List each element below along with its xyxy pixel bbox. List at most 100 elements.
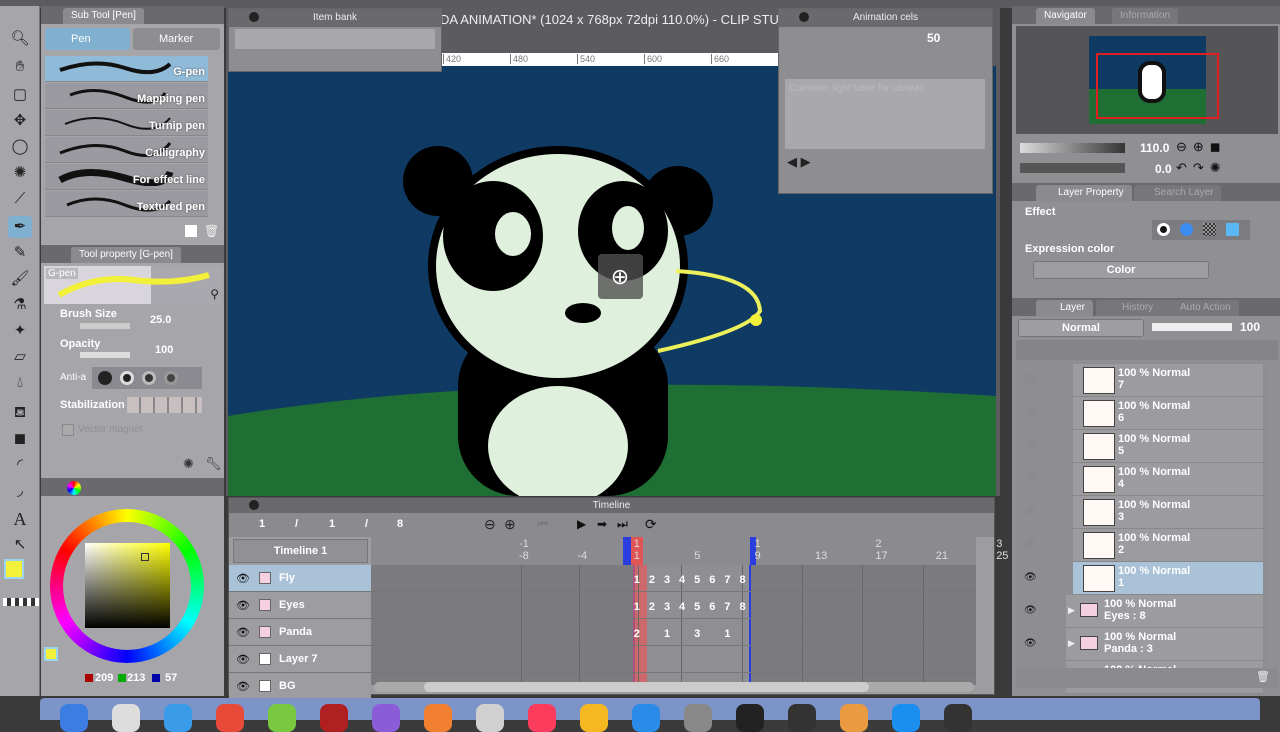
pen-tool-icon[interactable]: ✒ (8, 216, 32, 238)
anti-alias-selector[interactable] (92, 367, 202, 389)
cel-label[interactable]: 5 (691, 574, 703, 586)
dock-app-icon[interactable] (164, 704, 192, 732)
brush-item-calligraphy[interactable]: Calligraphy (45, 137, 208, 163)
opacity-slider[interactable] (80, 352, 130, 358)
zoom-out-icon[interactable]: ⊖ (484, 516, 496, 533)
tone-icon[interactable] (1203, 223, 1216, 236)
tab-marker[interactable]: Marker (133, 28, 220, 50)
horizontal-scrollbar[interactable] (374, 682, 974, 692)
dock-app-icon[interactable] (684, 704, 712, 732)
dock-app-icon[interactable] (840, 704, 868, 732)
next-frame-icon[interactable]: ➡ (597, 517, 607, 531)
navigator-zoom-icons[interactable]: ⊖⊕◼ (1176, 139, 1227, 155)
transparent-color-swatch[interactable] (3, 598, 39, 606)
frame-ruler[interactable]: -11123-8-41591317212529 (371, 537, 1069, 565)
loop-icon[interactable]: ⟳ (645, 516, 657, 533)
move-layer-icon[interactable]: ✥ (8, 110, 32, 132)
eye-icon[interactable]: 👁︎ (236, 572, 250, 585)
total-frames[interactable]: 8 (397, 518, 403, 530)
light-table-opacity[interactable]: 50 (927, 31, 940, 45)
cel-label[interactable]: 2 (646, 574, 658, 586)
expand-arrow-icon[interactable]: ▶ (1068, 605, 1075, 616)
layer-item[interactable]: 100 % Normal 1 (1073, 562, 1263, 595)
preview-zoom-icon[interactable]: ⚲ (210, 287, 219, 301)
anti-alias-weak-icon[interactable] (120, 371, 134, 385)
brush-size-value[interactable]: 25.0 (150, 314, 171, 326)
green-value[interactable]: 213 (127, 672, 145, 684)
dock-app-icon[interactable] (216, 704, 244, 732)
layer-item[interactable]: 100 % Normal 5 (1073, 430, 1263, 463)
dock-app-icon[interactable] (424, 704, 452, 732)
brush-item-g-pen[interactable]: G-pen (45, 56, 208, 82)
dock-app-icon[interactable] (476, 704, 504, 732)
stabilization-slider[interactable] (127, 397, 202, 413)
layer-item[interactable]: 100 % Normal 7 (1073, 364, 1263, 397)
blend-icon[interactable]: 💧︎ (8, 372, 32, 394)
tab-information[interactable]: Information (1112, 8, 1179, 24)
eye-icon[interactable]: 👁︎ (1024, 506, 1037, 517)
eye-icon[interactable]: 👁︎ (1024, 473, 1037, 484)
delete-subtool-icon[interactable]: 🗑︎ (204, 224, 219, 238)
blue-value[interactable]: 57 (165, 672, 177, 684)
brush-item-mapping-pen[interactable]: Mapping pen (45, 83, 208, 109)
dock-app-icon[interactable] (580, 704, 608, 732)
expression-color-select[interactable]: Color (1033, 261, 1209, 279)
layer-opacity-value[interactable]: 100 (1240, 320, 1260, 334)
lasso-icon[interactable]: ◯ (8, 136, 32, 158)
scrollbar-thumb[interactable] (424, 682, 869, 692)
tab-navigator[interactable]: Navigator (1036, 8, 1095, 24)
cel-label[interactable]: 3 (661, 601, 673, 613)
eye-icon[interactable]: 👁︎ (1024, 638, 1037, 649)
cel-label[interactable]: 2 (631, 628, 643, 640)
airbrush-icon[interactable]: ⚗ (8, 294, 32, 316)
play-icon[interactable]: ▶ (577, 517, 586, 531)
eye-icon[interactable]: 👁︎ (236, 599, 250, 612)
dock-app-icon[interactable] (632, 704, 660, 732)
layer-item[interactable]: 100 % Normal 6 (1073, 397, 1263, 430)
layer-item[interactable]: 100 % Normal 2 (1073, 529, 1263, 562)
cel-label[interactable]: 6 (706, 601, 718, 613)
dock-app-icon[interactable] (788, 704, 816, 732)
dock-app-icon[interactable] (60, 704, 88, 732)
anti-alias-strong-icon[interactable] (164, 371, 178, 385)
cel-label[interactable]: 8 (737, 601, 749, 613)
layer-color-icon[interactable] (1226, 223, 1239, 236)
cel-label[interactable]: 5 (691, 601, 703, 613)
eye-icon[interactable]: 👁︎ (236, 653, 250, 666)
border-effect-icon[interactable] (1157, 223, 1170, 236)
eye-icon[interactable]: 👁︎ (236, 626, 250, 639)
cel-label[interactable]: 1 (661, 628, 673, 640)
brush-size-slider[interactable] (80, 323, 130, 329)
layer-item[interactable]: 100 % Normal 3 (1073, 496, 1263, 529)
dock-app-icon[interactable] (320, 704, 348, 732)
brush-item-turnip-pen[interactable]: Turnip pen (45, 110, 208, 136)
layer-item[interactable]: ▶ 100 % Normal Eyes : 8 (1066, 595, 1263, 628)
tab-layer-property[interactable]: Layer Property (1036, 185, 1132, 201)
close-icon[interactable] (249, 12, 259, 22)
eyedropper-icon[interactable]: ⟋ (8, 188, 32, 210)
eraser-icon[interactable]: ▱ (8, 346, 32, 368)
dock-app-icon[interactable] (268, 704, 296, 732)
tab-layer[interactable]: Layer (1036, 300, 1094, 316)
last-frame-icon[interactable]: ⏭ (617, 517, 628, 532)
navigator-rotate-icons[interactable]: ↶↷✺ (1176, 160, 1227, 176)
tab-pen[interactable]: Pen (45, 28, 130, 50)
anti-alias-medium-icon[interactable] (142, 371, 156, 385)
operation-tool-icon[interactable]: ▢ (8, 84, 32, 106)
pencil-icon[interactable]: ✎ (8, 242, 32, 264)
fill-icon[interactable]: ⛾ (8, 402, 32, 424)
navigator-preview[interactable] (1016, 26, 1278, 134)
layer-item[interactable]: ▶ 100 % Normal Panda : 3 (1066, 628, 1263, 661)
cel-label[interactable]: 1 (631, 601, 643, 613)
layer-item[interactable]: 100 % Normal 4 (1073, 463, 1263, 496)
extract-line-icon[interactable] (1180, 223, 1193, 236)
main-color-swatch[interactable] (4, 559, 24, 579)
dock-app-icon[interactable] (892, 704, 920, 732)
effect-buttons[interactable] (1152, 220, 1250, 240)
color-main-swatch[interactable] (44, 647, 58, 661)
light-table-list[interactable]: Common light table for canvas (785, 79, 985, 149)
dock-app-icon[interactable] (944, 704, 972, 732)
cel-label[interactable]: 8 (737, 574, 749, 586)
timeline-track-layer-7[interactable]: 👁︎ Layer 7 (229, 646, 371, 673)
saturation-value-square[interactable] (85, 543, 170, 628)
